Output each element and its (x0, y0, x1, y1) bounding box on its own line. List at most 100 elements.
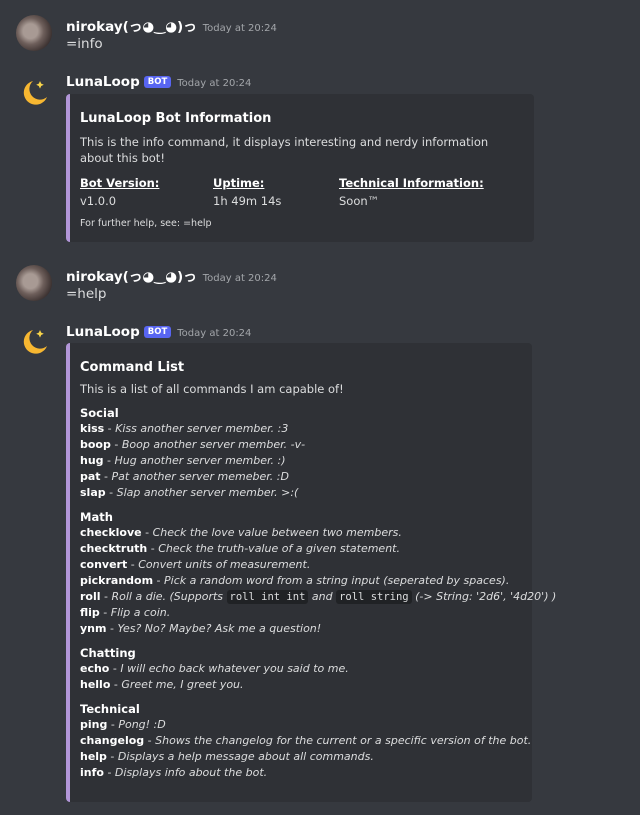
embed-description: This is the info command, it displays in… (80, 135, 489, 165)
embed-fields: Bot Version: v1.0.0 Uptime: 1h 49m 14s T… (80, 176, 522, 208)
command-slap: slap - Slap another server member. >:( (80, 486, 299, 499)
message-content: =help (66, 286, 107, 302)
username[interactable]: nirokay(っ◕‿◕)っ (66, 19, 197, 35)
command-name: ynm (80, 622, 107, 635)
command-name: roll (80, 590, 101, 603)
command-description: I will echo back whatever you said to me… (120, 662, 349, 675)
section-title: Chatting (80, 646, 136, 660)
command-sections: Social kiss - Kiss another server member.… (80, 406, 557, 781)
command-checklove: checklove - Check the love value between… (80, 526, 402, 539)
timestamp: Today at 20:24 (202, 273, 277, 284)
command-name: checklove (80, 526, 142, 539)
command-checktruth: checktruth - Check the truth-value of a … (80, 542, 400, 555)
command-description: Pong! :D (118, 718, 166, 731)
command-description: Flip a coin. (110, 606, 171, 619)
embed-title: Command List (80, 360, 185, 375)
section-title: Math (80, 510, 113, 524)
username[interactable]: LunaLoop (66, 74, 140, 90)
message-header: LunaLoop BOT Today at 20:24 (66, 324, 251, 340)
command-name: hug (80, 454, 104, 467)
command-name: help (80, 750, 107, 763)
command-description: Pick a random word from a string input (… (164, 574, 510, 587)
command-name: pickrandom (80, 574, 154, 587)
moon-icon (23, 81, 47, 105)
command-description: Convert units of measurement. (138, 558, 311, 571)
command-name: echo (80, 662, 110, 675)
section-title: Technical (80, 702, 140, 716)
message-header: LunaLoop BOT Today at 20:24 (66, 74, 251, 90)
section-title: Social (80, 406, 119, 420)
bot-badge: BOT (143, 326, 172, 338)
inline-code: roll string (336, 590, 412, 604)
command-name: checktruth (80, 542, 148, 555)
message-content: =info (66, 36, 103, 52)
user-avatar[interactable] (16, 265, 52, 301)
command-ping: ping - Pong! :D (80, 718, 166, 731)
command-name: convert (80, 558, 128, 571)
field-name: Technical Information: (339, 176, 484, 190)
command-name: ping (80, 718, 108, 731)
command-roll: roll - Roll a die. (Supports roll int in… (80, 590, 557, 604)
command-description: Check the love value between two members… (152, 526, 402, 539)
command-name: hello (80, 678, 111, 691)
embed-description: This is a list of all commands I am capa… (80, 382, 344, 396)
command-name: pat (80, 470, 101, 483)
command-description: Kiss another server member. :3 (115, 422, 289, 435)
command-flip: flip - Flip a coin. (80, 606, 171, 619)
command-info: info - Displays info about the bot. (80, 766, 268, 779)
user-avatar[interactable] (16, 15, 52, 51)
command-description: Shows the changelog for the current or a… (155, 734, 532, 747)
field-technical-information: Technical Information: Soon™ (339, 176, 484, 208)
command-echo: echo - I will echo back whatever you sai… (80, 662, 349, 675)
timestamp: Today at 20:24 (202, 23, 277, 34)
field-value: v1.0.0 (80, 194, 117, 208)
command-changelog: changelog - Shows the changelog for the … (80, 734, 532, 747)
command-name: info (80, 766, 104, 779)
command-description: Displays info about the bot. (114, 766, 268, 779)
inline-code: roll int int (226, 590, 309, 604)
command-description: Boop another server member. -v- (121, 438, 306, 451)
message-header: nirokay(っ◕‿◕)っ Today at 20:24 (66, 15, 277, 35)
command-description: Greet me, I greet you. (121, 678, 244, 691)
command-description: Yes? No? Maybe? Ask me a question! (117, 622, 322, 635)
command-name: slap (80, 486, 106, 499)
command-hello: hello - Greet me, I greet you. (80, 678, 244, 691)
command-ynm: ynm - Yes? No? Maybe? Ask me a question! (80, 622, 322, 635)
field-value: 1h 49m 14s (213, 194, 282, 208)
command-help: help - Displays a help message about all… (80, 750, 374, 763)
command-name: flip (80, 606, 100, 619)
command-pat: pat - Pat another server memeber. :D (80, 470, 289, 483)
command-name: boop (80, 438, 111, 451)
bot-badge: BOT (143, 76, 172, 88)
field-bot-version: Bot Version: v1.0.0 (80, 176, 213, 208)
command-name: kiss (80, 422, 105, 435)
command-description: Hug another server member. :) (114, 454, 286, 467)
command-kiss: kiss - Kiss another server member. :3 (80, 422, 289, 435)
username[interactable]: LunaLoop (66, 324, 140, 340)
field-value: Soon™ (339, 194, 380, 208)
command-description: Displays a help message about all comman… (117, 750, 374, 763)
command-description: Roll a die. (Supports roll int int and r… (111, 590, 557, 604)
field-uptime: Uptime: 1h 49m 14s (213, 176, 339, 208)
embed-title: LunaLoop Bot Information (80, 111, 272, 126)
timestamp: Today at 20:24 (177, 328, 252, 339)
field-name: Bot Version: (80, 176, 160, 190)
command-convert: convert - Convert units of measurement. (80, 558, 311, 571)
username[interactable]: nirokay(っ◕‿◕)っ (66, 269, 197, 285)
help-embed: Command List This is a list of all comma… (66, 343, 557, 802)
bot-avatar[interactable] (16, 75, 52, 111)
command-hug: hug - Hug another server member. :) (80, 454, 286, 467)
field-name: Uptime: (213, 176, 265, 190)
command-boop: boop - Boop another server member. -v- (80, 438, 306, 451)
moon-icon (23, 330, 47, 354)
bot-avatar[interactable] (16, 324, 52, 360)
command-description: Pat another server memeber. :D (111, 470, 289, 483)
embed-footer: For further help, see: =help (80, 218, 212, 229)
timestamp: Today at 20:24 (177, 78, 252, 89)
command-name: changelog (80, 734, 145, 747)
info-embed: LunaLoop Bot Information This is the inf… (66, 94, 534, 242)
command-pickrandom: pickrandom - Pick a random word from a s… (80, 574, 510, 587)
message-header: nirokay(っ◕‿◕)っ Today at 20:24 (66, 265, 277, 285)
command-description: Check the truth-value of a given stateme… (158, 542, 400, 555)
command-description: Slap another server member. >:( (116, 486, 299, 499)
